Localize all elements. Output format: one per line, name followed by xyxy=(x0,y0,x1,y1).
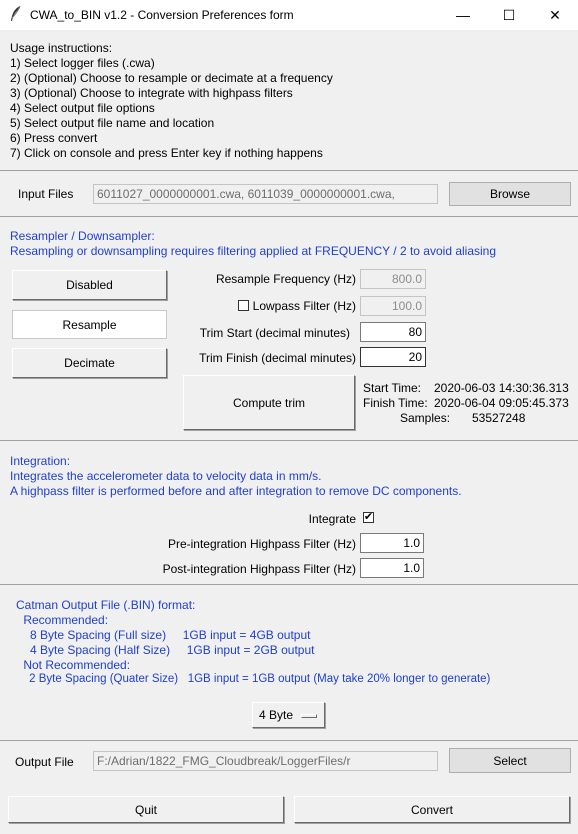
lowpass-filter-label: Lowpass Filter (Hz) xyxy=(252,299,356,313)
checkmark-icon: ✔ xyxy=(363,511,374,523)
disabled-mode-button[interactable]: Disabled xyxy=(12,270,167,300)
separator xyxy=(0,584,578,585)
byte-spacing-dropdown[interactable]: 4 Byte xyxy=(252,702,325,728)
catman-line: 8 Byte Spacing (Full size) 1GB input = 4… xyxy=(10,628,311,642)
integration-description: A highpass filter is performed before an… xyxy=(10,484,462,498)
separator xyxy=(0,170,578,171)
convert-button[interactable]: Convert xyxy=(294,796,570,823)
quit-button[interactable]: Quit xyxy=(8,796,284,823)
usage-step: 4) Select output file options xyxy=(10,101,155,115)
trim-start-label: Trim Start (decimal minutes) xyxy=(199,326,350,340)
usage-heading: Usage instructions: xyxy=(10,41,113,55)
input-files-field[interactable]: 6011027_0000000001.cwa, 6011039_00000000… xyxy=(93,184,438,204)
catman-heading: Catman Output File (.BIN) format: xyxy=(16,598,196,612)
usage-step: 1) Select logger files (.cwa) xyxy=(10,56,155,70)
feather-app-icon xyxy=(11,5,21,21)
output-file-field[interactable]: F:/Adrian/1822_FMG_Cloudbreak/LoggerFile… xyxy=(93,751,438,771)
integrate-label: Integrate xyxy=(308,512,356,526)
finish-time-label: Finish Time: xyxy=(363,396,428,410)
title-bar: CWA_to_BIN v1.2 - Conversion Preferences… xyxy=(0,0,578,30)
resample-frequency-input[interactable]: 800.0 xyxy=(360,269,426,289)
resampler-note: Resampling or downsampling requires filt… xyxy=(10,244,497,258)
samples-value: 53527248 xyxy=(472,411,526,425)
usage-step: 5) Select output file name and location xyxy=(10,116,215,130)
pre-integration-input[interactable]: 1.0 xyxy=(360,533,424,553)
lowpass-filter-checkbox[interactable] xyxy=(238,300,249,311)
trim-finish-label: Trim Finish (decimal minutes) xyxy=(199,351,356,365)
integrate-checkbox[interactable]: ✔ xyxy=(363,512,374,523)
maximize-button[interactable]: ☐ xyxy=(486,0,532,30)
trim-finish-input[interactable]: 20 xyxy=(360,347,426,367)
integration-description: Integrates the accelerometer data to vel… xyxy=(10,469,322,483)
dropdown-indicator-icon xyxy=(301,714,317,718)
browse-button[interactable]: Browse xyxy=(449,182,571,206)
catman-line: Recommended: xyxy=(10,613,109,627)
usage-step: 6) Press convert xyxy=(10,131,98,145)
close-button[interactable]: ✕ xyxy=(532,0,578,30)
post-integration-label: Post-integration Highpass Filter (Hz) xyxy=(162,562,356,576)
catman-line: 4 Byte Spacing (Half Size) 1GB input = 2… xyxy=(10,643,315,657)
window-title: CWA_to_BIN v1.2 - Conversion Preferences… xyxy=(30,8,294,22)
start-time-label: Start Time: xyxy=(363,381,422,395)
output-file-label: Output File xyxy=(15,755,74,769)
usage-step: 3) (Optional) Choose to integrate with h… xyxy=(10,86,293,100)
finish-time-value: 2020-06-04 09:05:45.373 xyxy=(434,396,569,410)
pre-integration-label: Pre-integration Highpass Filter (Hz) xyxy=(167,537,356,551)
decimate-mode-button[interactable]: Decimate xyxy=(12,348,167,378)
minimize-button[interactable]: — xyxy=(440,0,486,30)
catman-line: Not Recommended: xyxy=(10,658,131,672)
usage-step: 7) Click on console and press Enter key … xyxy=(10,146,323,160)
samples-label: Samples: xyxy=(400,411,451,425)
resampler-heading: Resampler / Downsampler: xyxy=(10,229,155,243)
start-time-value: 2020-06-03 14:30:36.313 xyxy=(434,381,569,395)
resample-mode-button[interactable]: Resample xyxy=(12,310,167,339)
separator xyxy=(0,216,578,217)
byte-spacing-value: 4 Byte xyxy=(259,708,294,722)
resample-frequency-label: Resample Frequency (Hz) xyxy=(215,272,356,286)
usage-step: 2) (Optional) Choose to resample or deci… xyxy=(10,71,333,85)
compute-trim-button[interactable]: Compute trim xyxy=(183,375,355,430)
catman-line: 2 Byte Spacing (Quater Size) 1GB input =… xyxy=(10,673,491,685)
separator xyxy=(0,440,578,441)
post-integration-input[interactable]: 1.0 xyxy=(360,558,424,578)
separator xyxy=(0,740,578,741)
integration-heading: Integration: xyxy=(10,454,71,468)
lowpass-filter-input[interactable]: 100.0 xyxy=(360,296,426,316)
select-output-button[interactable]: Select xyxy=(449,748,571,773)
input-files-label: Input Files xyxy=(18,187,74,201)
trim-start-input[interactable]: 80 xyxy=(360,322,426,342)
